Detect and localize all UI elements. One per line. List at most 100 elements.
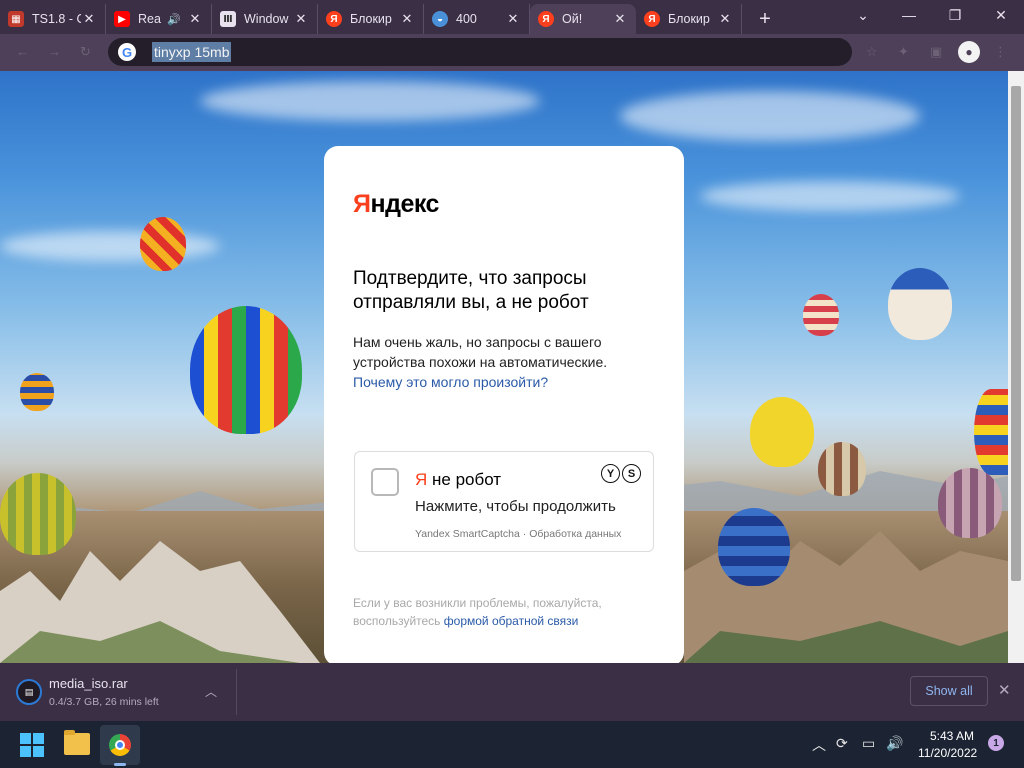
why-link[interactable]: Почему это могло произойти? bbox=[353, 374, 548, 390]
restore-button[interactable]: ❐ bbox=[932, 0, 978, 30]
chevron-up-icon[interactable]: ︿ bbox=[812, 735, 826, 755]
smartcaptcha-glyph: Y bbox=[601, 464, 620, 483]
close-icon[interactable]: ✕ bbox=[612, 11, 628, 27]
bookmark-star-icon[interactable]: ☆ bbox=[866, 44, 882, 60]
update-icon[interactable]: ⟳ bbox=[836, 735, 848, 752]
profile-avatar-icon[interactable]: ● bbox=[958, 41, 980, 63]
tab-title: Window bbox=[244, 12, 289, 26]
close-icon[interactable]: ✕ bbox=[717, 11, 733, 27]
menu-dots-icon[interactable]: ⋮ bbox=[994, 44, 1010, 60]
generic-favicon-icon: ◒ bbox=[432, 11, 448, 27]
download-file-name[interactable]: media_iso.rar bbox=[49, 676, 128, 691]
captcha-footer[interactable]: Yandex SmartCaptcha · Обработка данных bbox=[415, 528, 621, 540]
explanation-text: Нам очень жаль, но запросы с вашего устр… bbox=[353, 332, 653, 392]
yandex-favicon-icon: Я bbox=[644, 11, 660, 27]
smartcaptcha-glyph: S bbox=[622, 464, 641, 483]
rar-file-icon: ▤ bbox=[16, 679, 42, 705]
tab-title: Ой! bbox=[562, 12, 583, 26]
hot-air-balloon bbox=[190, 306, 302, 434]
google-icon: G bbox=[118, 43, 136, 61]
show-all-button[interactable]: Show all bbox=[910, 676, 988, 706]
not-robot-checkbox[interactable] bbox=[371, 468, 399, 496]
tab-title: TS1.8 - С bbox=[32, 12, 81, 26]
smartcaptcha-widget[interactable]: Я не робот Нажмите, чтобы продолжить Yan… bbox=[354, 451, 654, 552]
tab-youtube[interactable]: ▶ Rea 🔊 ✕ bbox=[106, 4, 212, 34]
hot-air-balloon bbox=[140, 217, 186, 271]
tab-yandex-block-1[interactable]: Я Блокир ✕ bbox=[318, 4, 424, 34]
tab-yandex-block-2[interactable]: Я Блокир ✕ bbox=[636, 4, 742, 34]
network-icon[interactable]: ▭ bbox=[862, 735, 875, 752]
hot-air-balloon bbox=[938, 468, 1002, 538]
notification-badge[interactable]: 1 bbox=[988, 735, 1004, 751]
address-bar[interactable]: G tinyxp 15mb bbox=[108, 38, 852, 66]
logo-text: ндекс bbox=[370, 190, 439, 218]
hot-air-balloon bbox=[974, 389, 1008, 475]
close-icon[interactable]: ✕ bbox=[293, 11, 309, 27]
tab-search-chevron-icon[interactable]: ⌄ bbox=[840, 0, 886, 30]
help-text: Если у вас возникли проблемы, пожалуйста… bbox=[353, 594, 653, 630]
tab-title: 400 bbox=[456, 12, 477, 26]
hot-air-balloon bbox=[750, 397, 814, 467]
window-close-button[interactable]: ✕ bbox=[978, 0, 1024, 30]
tab-400[interactable]: ◒ 400 ✕ bbox=[424, 4, 530, 34]
tab-title: Блокир bbox=[350, 12, 392, 26]
tab-strip: ▦ TS1.8 - С ✕ ▶ Rea 🔊 ✕ Ⅲ Window ✕ Я Бло… bbox=[0, 0, 1024, 34]
youtube-favicon-icon: ▶ bbox=[114, 11, 130, 27]
sidepanel-icon[interactable]: ▣ bbox=[930, 44, 946, 60]
yandex-favicon-icon: Я bbox=[538, 11, 554, 27]
active-app-indicator bbox=[114, 763, 126, 766]
scrollbar-thumb[interactable] bbox=[1011, 86, 1021, 581]
screen: ▦ TS1.8 - С ✕ ▶ Rea 🔊 ✕ Ⅲ Window ✕ Я Бло… bbox=[0, 0, 1024, 768]
captcha-title: Я не робот bbox=[415, 470, 501, 490]
smartcaptcha-logo-icon: Y S bbox=[601, 464, 641, 483]
speaker-icon[interactable]: 🔊 bbox=[167, 13, 181, 26]
volume-icon[interactable]: 🔊 bbox=[886, 735, 903, 752]
windows-taskbar: ︿ ⟳ ▭ 🔊 5:43 AM 11/20/2022 1 bbox=[0, 721, 1024, 768]
minimize-button[interactable]: — bbox=[886, 0, 932, 30]
tab-title: Rea bbox=[138, 12, 161, 26]
close-download-bar-icon[interactable]: ✕ bbox=[998, 681, 1011, 699]
file-explorer-icon[interactable] bbox=[64, 730, 90, 755]
hot-air-balloon bbox=[888, 268, 952, 340]
start-button[interactable] bbox=[20, 733, 44, 757]
chrome-icon bbox=[109, 734, 131, 756]
extensions-icon[interactable]: ✦ bbox=[898, 44, 914, 60]
tab-archive[interactable]: Ⅲ Window ✕ bbox=[212, 4, 318, 34]
close-icon[interactable]: ✕ bbox=[505, 11, 521, 27]
clock-date[interactable]: 11/20/2022 bbox=[918, 746, 977, 760]
cloud bbox=[200, 81, 540, 121]
archive-favicon-icon: Ⅲ bbox=[220, 11, 236, 27]
hot-air-balloon bbox=[718, 508, 790, 586]
hot-air-balloon bbox=[803, 294, 839, 336]
cloud bbox=[0, 231, 220, 261]
captcha-title-text: не робот bbox=[427, 470, 502, 489]
yandex-logo: Яндекс bbox=[353, 190, 439, 219]
new-tab-button[interactable]: + bbox=[750, 4, 780, 34]
hot-air-balloon bbox=[0, 473, 76, 555]
feedback-link[interactable]: формой обратной связи bbox=[444, 614, 579, 628]
tab-title: Блокир bbox=[668, 12, 710, 26]
close-icon[interactable]: ✕ bbox=[81, 11, 97, 27]
tab-oy-active[interactable]: Я Ой! ✕ bbox=[530, 4, 636, 34]
forward-icon[interactable]: → bbox=[48, 44, 64, 60]
close-icon[interactable]: ✕ bbox=[187, 11, 203, 27]
captcha-title-letter: Я bbox=[415, 470, 428, 489]
download-status: 0.4/3.7 GB, 26 mins left bbox=[49, 696, 159, 708]
explanation-body: Нам очень жаль, но запросы с вашего устр… bbox=[353, 334, 608, 370]
chevron-up-icon[interactable]: ︿ bbox=[205, 683, 217, 700]
tab-ts[interactable]: ▦ TS1.8 - С ✕ bbox=[0, 4, 106, 34]
captcha-subtitle: Нажмите, чтобы продолжить bbox=[415, 498, 616, 515]
clock-time[interactable]: 5:43 AM bbox=[930, 729, 974, 743]
cloud bbox=[620, 91, 920, 141]
address-input[interactable]: tinyxp 15mb bbox=[152, 42, 232, 62]
close-icon[interactable]: ✕ bbox=[399, 11, 415, 27]
captcha-card: Яндекс Подтвердите, что запросы отправля… bbox=[324, 146, 684, 666]
ts-favicon-icon: ▦ bbox=[8, 11, 24, 27]
browser-toolbar: ← → ↻ G tinyxp 15mb ☆ ✦ ▣ ● ⋮ bbox=[0, 34, 1024, 71]
download-bar: ▤ media_iso.rar 0.4/3.7 GB, 26 mins left… bbox=[0, 663, 1024, 721]
chrome-taskbar-button[interactable] bbox=[100, 725, 140, 765]
back-icon[interactable]: ← bbox=[16, 44, 32, 60]
reload-icon[interactable]: ↻ bbox=[80, 44, 96, 60]
cloud bbox=[700, 181, 960, 211]
hot-air-balloon bbox=[818, 442, 866, 496]
